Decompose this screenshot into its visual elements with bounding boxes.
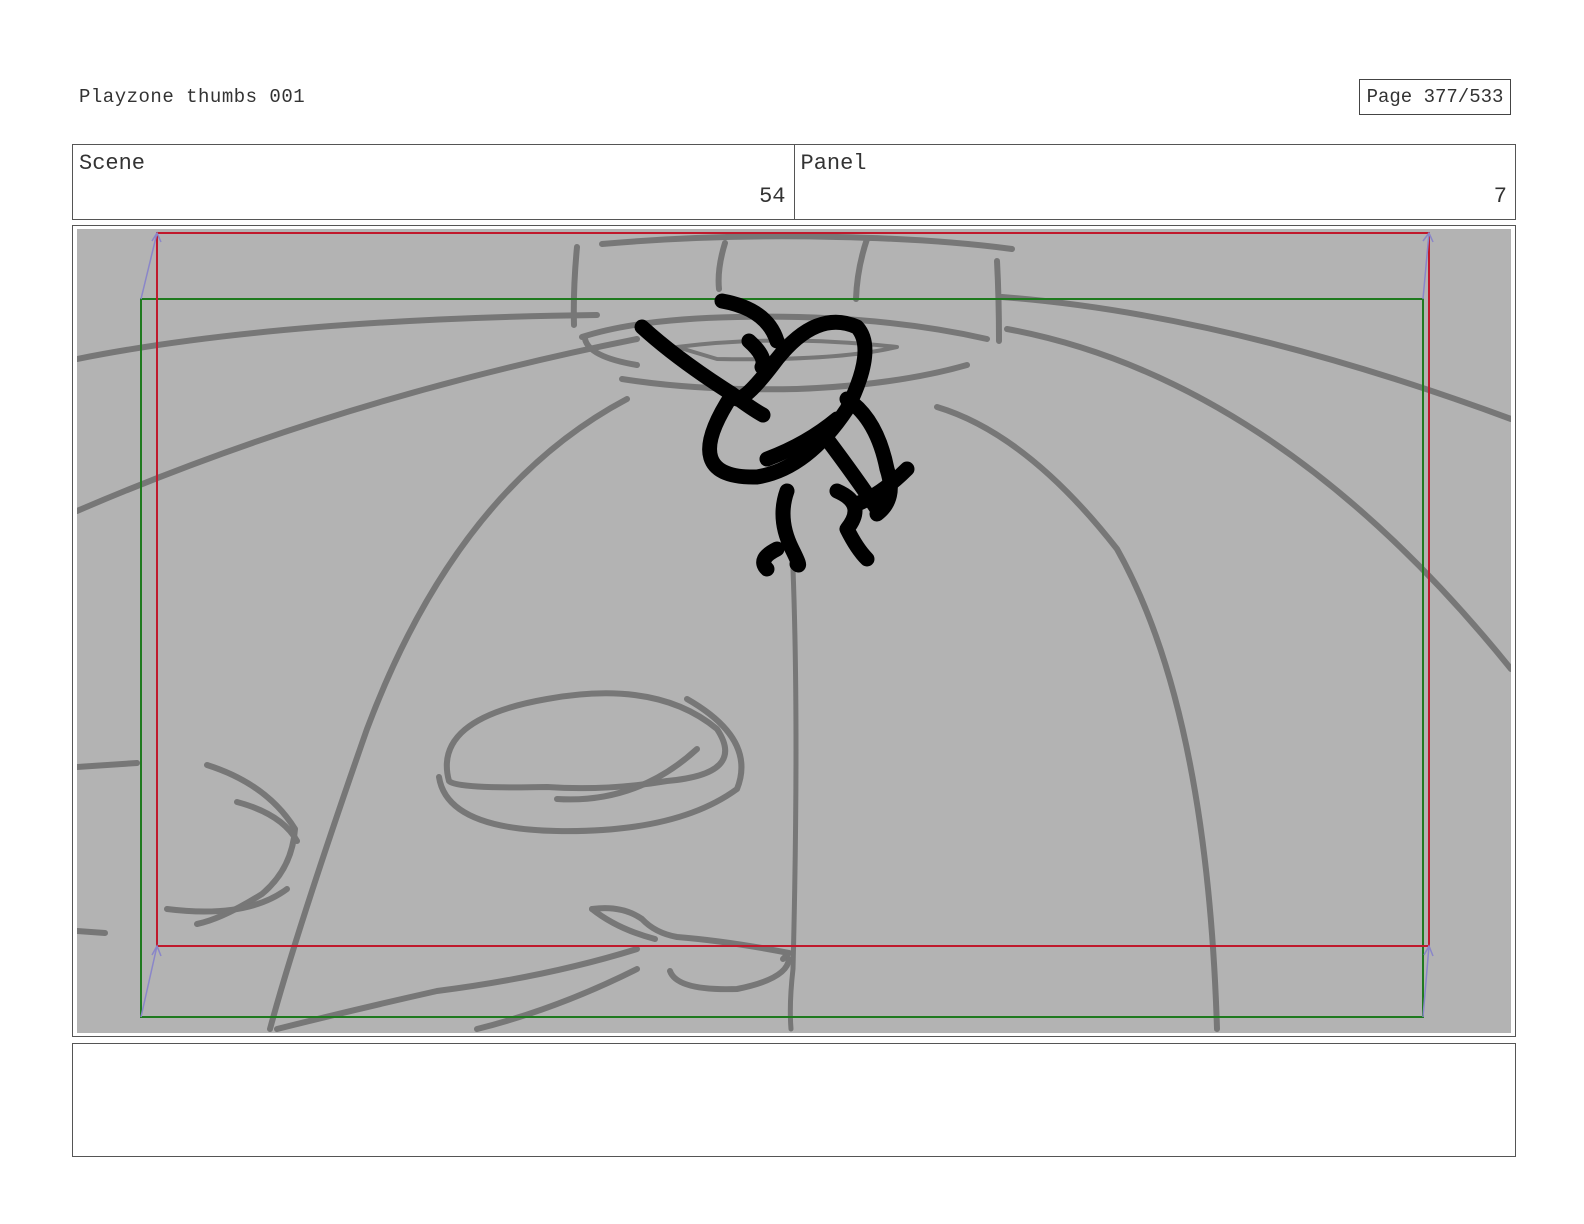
notes-area [72, 1043, 1516, 1157]
panel-number: 7 [1493, 184, 1507, 209]
document-title: Playzone thumbs 001 [79, 86, 306, 108]
scene-cell: Scene 54 [73, 145, 794, 219]
page-indicator: Page 377/533 [1359, 79, 1511, 115]
panel-label: Panel [800, 151, 867, 176]
scene-panel-info-row: Scene 54 Panel 7 [72, 144, 1516, 220]
storyboard-sketch [77, 229, 1511, 1033]
scene-label: Scene [79, 151, 146, 176]
scene-number: 54 [759, 184, 786, 209]
storyboard-frame [72, 225, 1516, 1037]
panel-cell: Panel 7 [793, 145, 1516, 219]
